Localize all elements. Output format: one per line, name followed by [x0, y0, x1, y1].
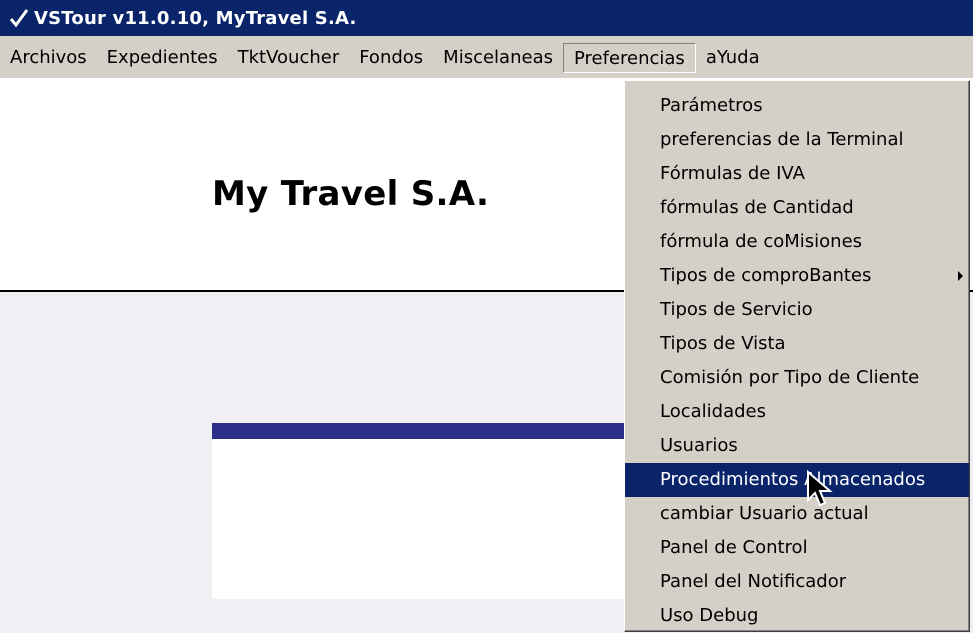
menu-ayuda[interactable]: aYuda [696, 41, 770, 73]
submenu-arrow-icon [958, 271, 963, 281]
menu-item-tipos-servicio[interactable]: Tipos de Servicio [625, 293, 969, 327]
menu-item-tipos-vista[interactable]: Tipos de Vista [625, 327, 969, 361]
preferencias-dropdown-menu: Parámetros preferencias de la Terminal F… [624, 80, 970, 632]
menu-item-parametros[interactable]: Parámetros [625, 89, 969, 123]
menu-item-localidades[interactable]: Localidades [625, 395, 969, 429]
menu-item-panel-control[interactable]: Panel de Control [625, 531, 969, 565]
mouse-pointer-icon [807, 470, 833, 507]
menu-item-formulas-iva[interactable]: Fórmulas de IVA [625, 157, 969, 191]
menu-item-formulas-cantidad[interactable]: fórmulas de Cantidad [625, 191, 969, 225]
menu-item-usuarios[interactable]: Usuarios [625, 429, 969, 463]
menu-miscelaneas[interactable]: Miscelaneas [433, 41, 563, 73]
menu-item-preferencias-terminal[interactable]: preferencias de la Terminal [625, 123, 969, 157]
panel-header-bar [212, 423, 632, 439]
menu-item-comision-tipo-cliente[interactable]: Comisión por Tipo de Cliente [625, 361, 969, 395]
company-name: My Travel S.A. [212, 174, 490, 214]
title-bar: VSTour v11.0.10, MyTravel S.A. [0, 0, 973, 36]
check-icon [6, 5, 32, 31]
menu-expedientes[interactable]: Expedientes [97, 41, 228, 73]
menu-item-procedimientos-almacenados[interactable]: Procedimientos Almacenados [625, 463, 969, 497]
menu-archivos[interactable]: Archivos [0, 41, 97, 73]
menu-item-panel-notificador[interactable]: Panel del Notificador [625, 565, 969, 599]
menu-item-cambiar-usuario-actual[interactable]: cambiar Usuario actual [625, 497, 969, 531]
menu-preferencias[interactable]: Preferencias [562, 43, 696, 73]
panel-body [212, 439, 632, 599]
window-title: VSTour v11.0.10, MyTravel S.A. [34, 7, 357, 29]
menu-bar: Archivos Expedientes TktVoucher Fondos M… [0, 36, 973, 78]
menu-tktvoucher[interactable]: TktVoucher [228, 41, 350, 73]
menu-item-tipos-comprobantes[interactable]: Tipos de comproBantes [625, 259, 969, 293]
menu-item-uso-debug[interactable]: Uso Debug [625, 599, 969, 633]
menu-item-formula-comisiones[interactable]: fórmula de coMisiones [625, 225, 969, 259]
menu-item-label: Tipos de comproBantes [660, 265, 872, 286]
menu-fondos[interactable]: Fondos [349, 41, 433, 73]
